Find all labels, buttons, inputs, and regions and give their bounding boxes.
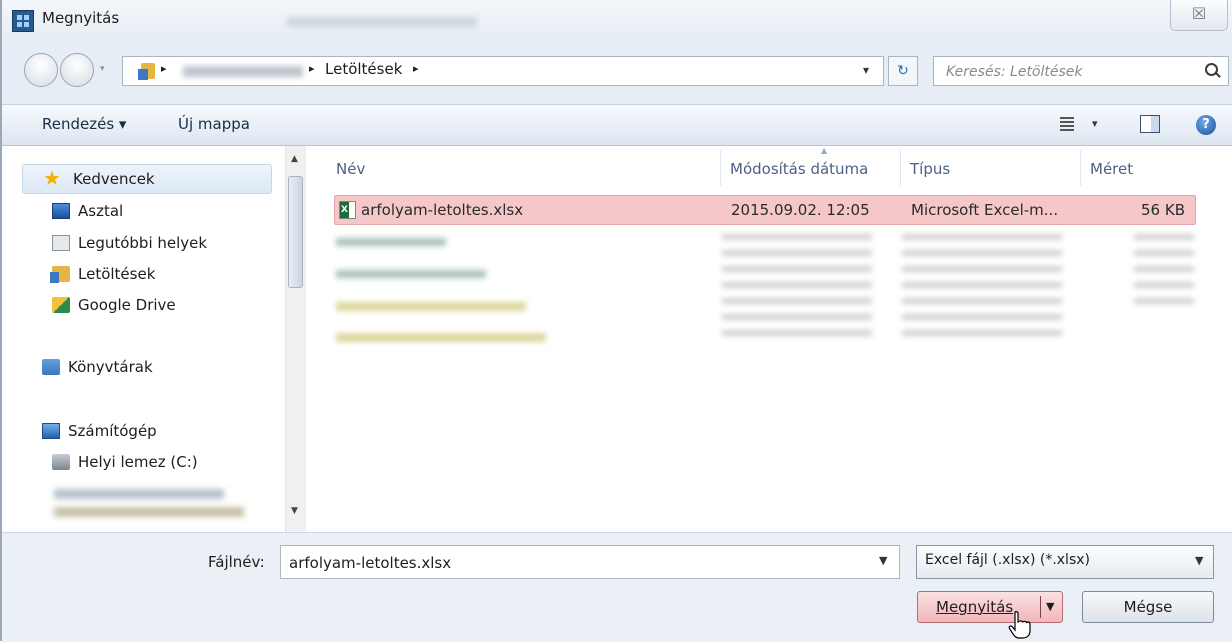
filename-dropdown-button[interactable]: ▼	[879, 554, 887, 567]
nav-label: Kedvencek	[73, 170, 155, 188]
nav-label: Könyvtárak	[68, 358, 153, 376]
blurred-size-column	[1134, 234, 1194, 304]
command-bar: Rendezés ▾ Új mappa ▾ ?	[2, 104, 1232, 146]
content-area: ★ Kedvencek Asztal Legutóbbi helyek Letö…	[2, 146, 1232, 532]
google-drive-icon	[52, 297, 70, 313]
column-header-type[interactable]: Típus	[910, 160, 950, 178]
column-header-date[interactable]: Módosítás dátuma	[730, 160, 868, 178]
close-button[interactable]: ☒	[1170, 0, 1228, 31]
blurred-file-row	[336, 238, 446, 246]
hand-cursor-icon	[1008, 611, 1031, 639]
nav-favorites[interactable]: ★ Kedvencek	[22, 164, 272, 194]
nav-label: Helyi lemez (C:)	[78, 453, 198, 471]
nav-label: Legutóbbi helyek	[78, 234, 208, 252]
filename-combobox[interactable]: ▼	[280, 545, 900, 579]
sort-indicator-icon: ▲	[821, 146, 828, 155]
nav-label: Letöltések	[78, 265, 156, 283]
column-divider[interactable]	[900, 150, 901, 186]
cancel-button[interactable]: Mégse	[1082, 591, 1214, 623]
nav-desktop[interactable]: Asztal	[52, 202, 123, 220]
nav-scrollbar[interactable]: ▲ ▼	[285, 146, 306, 532]
blurred-breadcrumb	[183, 66, 303, 77]
change-view-icon[interactable]	[1060, 117, 1074, 131]
split-divider	[1040, 596, 1041, 618]
nav-label: Számítógép	[68, 422, 157, 440]
breadcrumb-downloads[interactable]: Letöltések	[325, 60, 402, 78]
preview-pane-icon[interactable]	[1140, 115, 1160, 133]
views-dropdown[interactable]: ▾	[1092, 117, 1098, 130]
excel-file-icon	[339, 201, 356, 219]
app-icon	[12, 10, 34, 32]
blurred-file-row	[336, 333, 546, 342]
file-name: arfolyam-letoltes.xlsx	[361, 201, 524, 219]
file-date: 2015.09.02. 12:05	[731, 201, 870, 219]
bottom-panel: Fájlnév: ▼ Excel fájl (.xlsx) (*.xlsx) ▼…	[2, 532, 1232, 642]
blurred-nav-item	[54, 489, 224, 499]
blurred-type-column	[902, 234, 1062, 344]
scroll-down-arrow[interactable]: ▼	[291, 506, 298, 516]
filetype-dropdown-icon[interactable]: ▼	[1195, 554, 1203, 567]
nav-recent-places[interactable]: Legutóbbi helyek	[52, 234, 207, 252]
title-bar: Megnyitás ☒	[2, 0, 1232, 42]
back-button[interactable]	[24, 53, 58, 87]
blurred-file-row	[336, 270, 486, 278]
nav-label: Asztal	[78, 202, 124, 220]
file-row-selected[interactable]: arfolyam-letoltes.xlsx 2015.09.02. 12:05…	[334, 195, 1196, 225]
downloads-folder-icon	[50, 266, 70, 283]
open-button-label: Megnyitás	[936, 598, 1014, 616]
column-header-size[interactable]: Méret	[1090, 160, 1133, 178]
file-list: Név ▲ Módosítás dátuma Típus Méret arfol…	[314, 146, 1232, 532]
breadcrumb-separator[interactable]: ▸	[413, 62, 419, 75]
nav-label: Google Drive	[78, 296, 176, 314]
help-icon[interactable]: ?	[1196, 115, 1216, 135]
computer-icon	[42, 423, 60, 439]
column-divider[interactable]	[1080, 150, 1081, 186]
recent-pages-dropdown[interactable]: ▾	[100, 64, 105, 74]
file-type: Microsoft Excel-m...	[911, 201, 1059, 219]
breadcrumb-separator[interactable]: ▸	[309, 62, 315, 75]
scroll-up-arrow[interactable]: ▲	[291, 154, 298, 164]
search-box[interactable]	[933, 56, 1229, 86]
filename-input[interactable]	[287, 552, 861, 574]
blurred-title-text	[287, 17, 477, 27]
address-box[interactable]: ▸ ▸ Letöltések ▸ ▾	[122, 56, 884, 86]
scroll-thumb[interactable]	[288, 176, 303, 288]
address-bar-area: ▾ ▸ ▸ Letöltések ▸ ▾ ↻	[2, 42, 1232, 104]
open-dialog: Megnyitás ☒ ▾ ▸ ▸ Letöltések ▸ ▾ ↻ Rende…	[0, 0, 1232, 642]
window-title: Megnyitás	[42, 9, 120, 27]
nav-computer[interactable]: Számítógép	[42, 422, 157, 440]
nav-google-drive[interactable]: Google Drive	[52, 296, 176, 314]
downloads-folder-icon	[138, 63, 155, 80]
blurred-file-row	[336, 302, 526, 311]
breadcrumb-separator[interactable]: ▸	[161, 62, 167, 75]
column-divider[interactable]	[720, 150, 721, 186]
hard-drive-icon	[52, 454, 70, 470]
file-size: 56 KB	[1141, 201, 1185, 219]
star-icon: ★	[43, 166, 61, 190]
open-options-arrow[interactable]: ▼	[1046, 592, 1054, 622]
forward-button[interactable]	[60, 53, 94, 87]
refresh-button[interactable]: ↻	[888, 56, 918, 86]
open-button[interactable]: Megnyitás ▼	[917, 591, 1063, 623]
search-input[interactable]	[944, 60, 1198, 84]
new-folder-button[interactable]: Új mappa	[178, 115, 250, 133]
desktop-icon	[52, 203, 70, 219]
search-icon[interactable]	[1205, 63, 1218, 76]
address-dropdown-button[interactable]: ▾	[863, 63, 869, 77]
nav-local-disk[interactable]: Helyi lemez (C:)	[52, 453, 198, 471]
column-header-name[interactable]: Név	[336, 160, 365, 178]
filename-label: Fájlnév:	[208, 553, 265, 571]
nav-libraries[interactable]: Könyvtárak	[42, 358, 153, 376]
filetype-value: Excel fájl (.xlsx) (*.xlsx)	[925, 552, 1090, 568]
recent-places-icon	[52, 235, 70, 251]
navigation-pane: ★ Kedvencek Asztal Legutóbbi helyek Letö…	[12, 146, 287, 532]
filetype-select[interactable]: Excel fájl (.xlsx) (*.xlsx) ▼	[916, 545, 1214, 579]
blurred-date-column	[722, 234, 872, 344]
blurred-nav-item	[54, 507, 244, 517]
organize-button[interactable]: Rendezés ▾	[42, 115, 126, 133]
nav-downloads[interactable]: Letöltések	[50, 265, 156, 283]
libraries-icon	[42, 359, 60, 375]
